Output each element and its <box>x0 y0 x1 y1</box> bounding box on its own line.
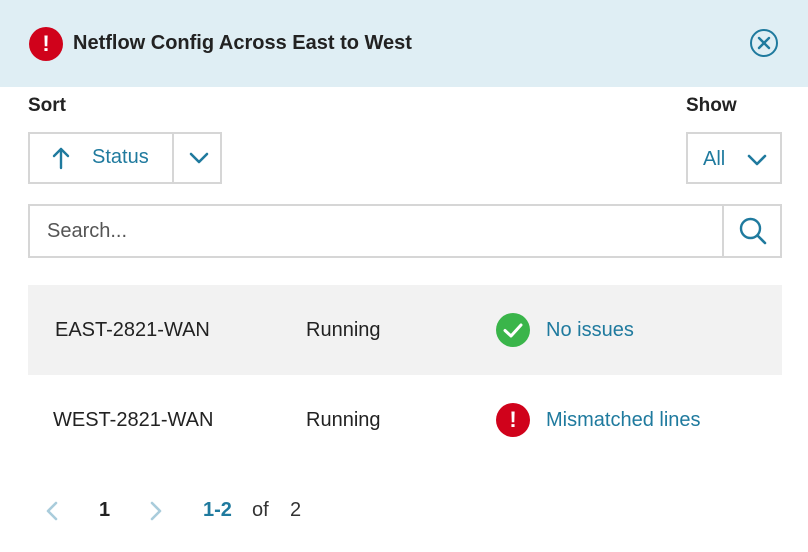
device-state: Running <box>306 409 381 431</box>
table-row[interactable]: EAST-2821-WAN Running No issues <box>28 285 782 375</box>
show-label: Show <box>686 95 737 116</box>
chevron-left-icon[interactable] <box>44 500 60 522</box>
show-select[interactable]: All <box>686 132 782 184</box>
device-state: Running <box>306 319 381 341</box>
device-name: EAST-2821-WAN <box>55 319 210 341</box>
device-name: WEST-2821-WAN <box>53 409 214 431</box>
alert-header: ! Netflow Config Across East to West <box>0 0 808 87</box>
chevron-right-icon[interactable] <box>148 500 164 522</box>
check-circle-icon <box>496 313 530 347</box>
search-box <box>28 204 782 258</box>
sort-label: Sort <box>28 95 66 116</box>
current-page[interactable]: 1 <box>99 496 110 524</box>
sort-direction-button[interactable]: Status <box>30 134 174 182</box>
close-icon <box>750 29 778 57</box>
status-link[interactable]: No issues <box>546 317 634 343</box>
chevron-down-icon[interactable] <box>188 150 210 166</box>
show-value: All <box>703 148 726 170</box>
page-range[interactable]: 1-2 <box>203 496 232 524</box>
arrow-up-icon <box>52 147 70 170</box>
sort-control: Status <box>28 132 222 184</box>
search-icon <box>739 217 767 245</box>
pagination-total: 2 <box>290 499 302 521</box>
close-button[interactable] <box>749 28 779 58</box>
page-title: Netflow Config Across East to West <box>73 32 412 54</box>
sort-value: Status <box>92 146 149 168</box>
error-icon: ! <box>496 403 530 437</box>
status-link[interactable]: Mismatched lines <box>546 407 701 433</box>
search-input[interactable] <box>30 206 722 256</box>
chevron-down-icon <box>747 154 767 166</box>
pagination-of-label: of <box>252 499 269 521</box>
search-button[interactable] <box>722 206 782 256</box>
table-row[interactable]: WEST-2821-WAN Running ! Mismatched lines <box>28 375 782 465</box>
error-icon: ! <box>29 27 63 61</box>
